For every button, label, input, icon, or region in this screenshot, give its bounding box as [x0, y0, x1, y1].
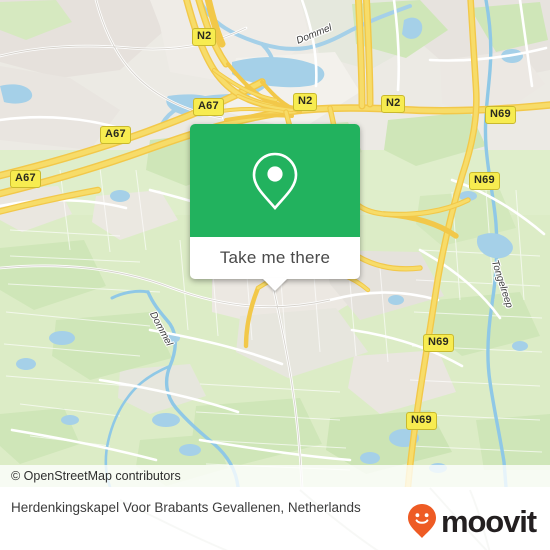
- popup-pointer-tail: [262, 278, 288, 291]
- moovit-map-screenshot: N2 A67 N2 N2 N69 A67 N69 A67 N69 N69 Dom…: [0, 0, 550, 550]
- road-shield-n69-lower[interactable]: N69: [406, 412, 437, 430]
- road-shield-n2-top[interactable]: N2: [192, 28, 217, 46]
- place-name-label: Herdenkingskapel Voor Brabants Gevallene…: [11, 500, 361, 515]
- footer-bar: Herdenkingskapel Voor Brabants Gevallene…: [0, 487, 550, 550]
- destination-popup-card[interactable]: Take me there: [190, 124, 360, 291]
- road-shield-n69-upper[interactable]: N69: [485, 106, 516, 124]
- road-shield-n2-left[interactable]: N2: [293, 93, 318, 111]
- road-shield-a67-left[interactable]: A67: [10, 170, 41, 188]
- take-me-there-label: Take me there: [219, 248, 331, 267]
- road-shield-a67-mid[interactable]: A67: [193, 98, 224, 116]
- moovit-smiley-pin-icon: [407, 504, 436, 538]
- map-canvas[interactable]: N2 A67 N2 N2 N69 A67 N69 A67 N69 N69 Dom…: [0, 0, 550, 487]
- road-shield-n2-center[interactable]: N2: [381, 95, 406, 113]
- osm-attribution-text[interactable]: © OpenStreetMap contributors: [11, 469, 181, 483]
- road-shield-a67-upper[interactable]: A67: [100, 126, 131, 144]
- popup-icon-area: [190, 124, 360, 237]
- road-shield-n69-mid[interactable]: N69: [423, 334, 454, 352]
- map-pin-icon: [252, 152, 298, 210]
- moovit-wordmark: moovit: [440, 503, 537, 539]
- popup-action-area[interactable]: Take me there: [190, 237, 360, 291]
- osm-attribution-bar: © OpenStreetMap contributors: [0, 465, 550, 487]
- road-shield-n69-right[interactable]: N69: [469, 172, 500, 190]
- moovit-brand[interactable]: moovit: [407, 503, 537, 539]
